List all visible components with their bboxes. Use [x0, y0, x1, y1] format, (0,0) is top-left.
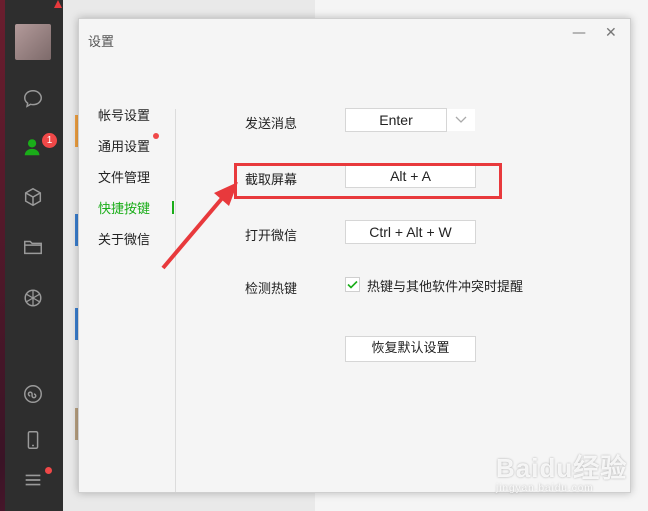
- favorites-icon[interactable]: [20, 184, 46, 210]
- chevron-down-icon[interactable]: [446, 109, 475, 131]
- baidu-jingyan-watermark: Baidu经验 jingyan.baidu.com: [496, 448, 646, 506]
- avatar[interactable]: [15, 24, 51, 60]
- wechat-sidebar: 1: [5, 0, 63, 511]
- nav-item-shortcuts[interactable]: 快捷按键: [98, 198, 150, 217]
- watermark-main-text: Baidu经验: [496, 453, 628, 483]
- miniprogram-icon[interactable]: [20, 381, 46, 407]
- nav-divider: [175, 109, 176, 492]
- nav-active-indicator: [172, 201, 174, 214]
- contacts-badge: 1: [42, 133, 57, 148]
- send-message-label: 发送消息: [245, 117, 298, 132]
- open-wechat-key-field[interactable]: Ctrl + Alt + W: [345, 220, 476, 244]
- dialog-title: 设置: [88, 35, 115, 50]
- files-icon[interactable]: [20, 234, 46, 260]
- annotation-highlight-box: [234, 163, 502, 199]
- send-message-key-select[interactable]: Enter: [345, 108, 447, 132]
- close-button[interactable]: ✕: [605, 25, 617, 41]
- nav-item-files[interactable]: 文件管理: [98, 167, 150, 186]
- hotkey-conflict-checkbox[interactable]: [345, 277, 360, 292]
- check-icon: [347, 280, 358, 289]
- minimize-button[interactable]: —: [572, 25, 586, 41]
- nav-notification-dot: [153, 133, 159, 139]
- hotkey-conflict-checkbox-label[interactable]: 热键与其他软件冲突时提醒: [367, 276, 523, 295]
- nav-item-account[interactable]: 帐号设置: [98, 105, 150, 124]
- detect-hotkey-label: 检测热键: [245, 282, 298, 297]
- nav-item-about[interactable]: 关于微信: [98, 229, 150, 248]
- phone-icon[interactable]: [20, 427, 46, 453]
- reset-defaults-button[interactable]: 恢复默认设置: [345, 336, 476, 362]
- open-wechat-label: 打开微信: [245, 229, 298, 244]
- chat-icon[interactable]: [20, 86, 46, 112]
- menu-icon[interactable]: [20, 467, 46, 493]
- settings-dialog: 设置 — ✕ 帐号设置 通用设置 文件管理 快捷按键 关于微信 发送消息 Ent…: [78, 18, 631, 493]
- menu-notification-dot: [45, 467, 52, 474]
- nav-item-general[interactable]: 通用设置: [98, 136, 150, 155]
- moments-icon[interactable]: [20, 285, 46, 311]
